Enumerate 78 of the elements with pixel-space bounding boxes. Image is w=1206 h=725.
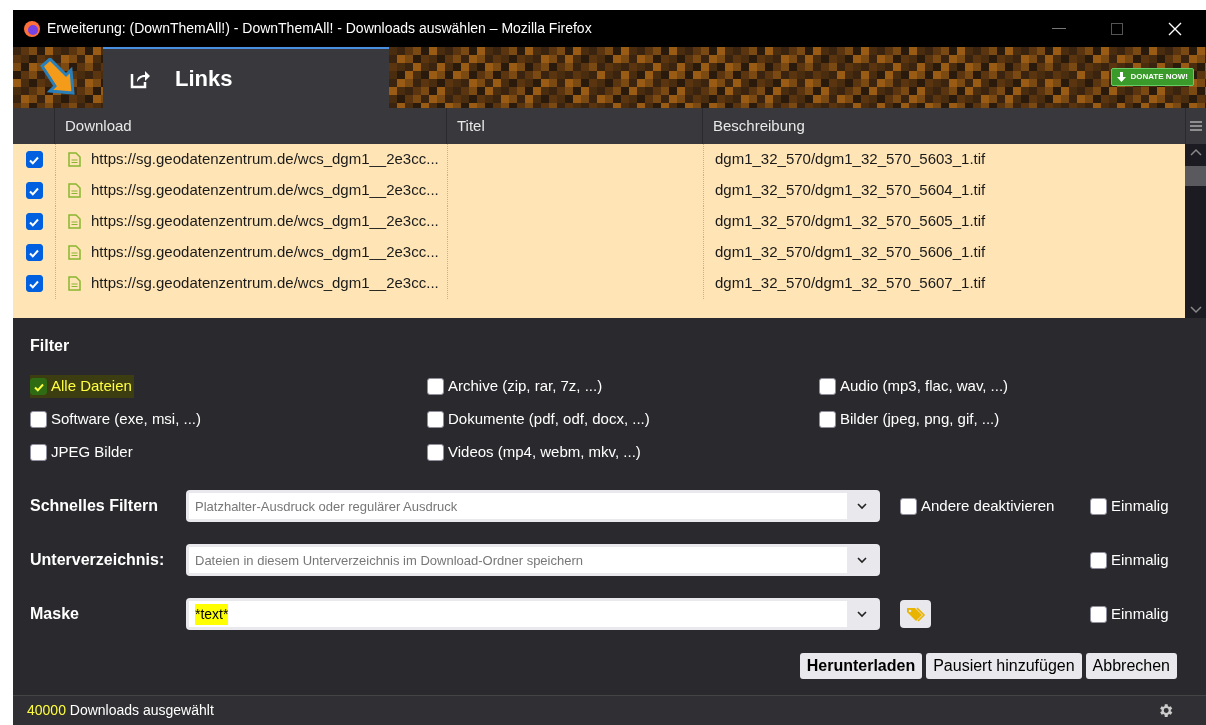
file-icon [68,276,81,291]
table-cell-text: dgm1_32_570/dgm1_32_570_5605_1.tif [715,211,986,232]
filter-option[interactable]: Videos (mp4, webm, mkv, ...) [427,441,643,464]
checkbox[interactable] [1090,551,1107,569]
checkbox[interactable] [30,444,47,461]
checkbox[interactable] [30,411,47,428]
scroll-up-icon[interactable] [1189,148,1202,156]
download-arrow-icon [1117,72,1127,82]
text-field[interactable]: *text* [189,601,847,627]
checkbox[interactable] [25,275,43,292]
file-icon [68,152,81,167]
checkbox[interactable] [1090,605,1107,623]
checkbox[interactable] [30,378,47,395]
table-cell-text: https://sg.geodatenzentrum.de/wcs_dgm1__2e3cc... [91,180,439,201]
table-cell-text: dgm1_32_570/dgm1_32_570_5607_1.tif [715,273,986,294]
scroll-thumb[interactable] [1185,166,1206,186]
checkbox[interactable] [25,182,43,199]
checkbox[interactable] [25,213,43,230]
checkbox[interactable] [25,151,43,168]
menu-icon[interactable] [1190,120,1202,132]
filter-option[interactable]: Dokumente (pdf, odf, docx, ...) [427,408,652,431]
status-text: 40000 Downloads ausgewählt [27,701,214,720]
checkbox[interactable] [427,411,444,428]
field-label: Maske [30,604,80,624]
action-button[interactable]: Herunterladen [799,653,923,679]
action-button[interactable]: Abbrechen [1085,653,1177,679]
text-field[interactable]: Platzhalter-Ausdruck oder regulärer Ausdruck [189,493,847,519]
close-icon[interactable] [1168,21,1182,36]
scroll-down-icon[interactable] [1189,306,1202,314]
arrow-logo-icon [38,58,78,96]
filter-option[interactable]: Audio (mp3, flac, wav, ...) [819,375,1011,398]
checkbox[interactable] [819,411,836,428]
checkbox[interactable] [1090,497,1107,515]
field-value: *text* [195,603,229,625]
table-cell-text: https://sg.geodatenzentrum.de/wcs_dgm1__2e3cc... [91,273,439,294]
action-button[interactable]: Pausiert hinzufügen [926,653,1082,679]
file-icon [68,245,81,260]
tab[interactable]: Links [103,47,389,108]
settings-icon[interactable] [1157,702,1174,719]
share-icon [129,68,151,89]
table-cell-text: https://sg.geodatenzentrum.de/wcs_dgm1__2e3cc... [91,149,439,170]
filter-option[interactable]: Alle Dateien [30,375,134,398]
chevron-down-icon [857,502,867,510]
table-cell-text: https://sg.geodatenzentrum.de/wcs_dgm1__2e3cc... [91,242,439,263]
table-cell-text: dgm1_32_570/dgm1_32_570_5604_1.tif [715,180,986,201]
chevron-down-icon [857,556,867,564]
chevron-down-icon [857,610,867,618]
filter-option[interactable]: JPEG Bilder [30,441,135,464]
checkbox[interactable] [819,378,836,395]
field-label: Unterverzeichnis: [30,550,166,570]
checkbox-option[interactable]: Andere deaktivieren [900,494,1055,518]
section-title: Filter [30,336,71,356]
field-label: Schnelles Filtern [30,496,160,516]
maximize-icon[interactable] [1111,22,1123,35]
table-cell-text: https://sg.geodatenzentrum.de/wcs_dgm1__2e3cc... [91,211,439,232]
filter-option[interactable]: Software (exe, msi, ...) [30,408,204,431]
text-field[interactable]: Dateien in diesem Unterverzeichnis im Download-Ordner speichern [189,547,847,573]
window-title: Erweiterung: (DownThemAll!) - DownThemAll! - Downloads auswählen – Mozilla Firefox [47,19,592,38]
checkbox-option[interactable]: Einmalig [1090,548,1169,572]
combo-field[interactable]: *text* [186,598,880,630]
checkbox[interactable] [25,244,43,261]
file-icon [68,183,81,198]
file-icon [68,214,81,229]
table-cell-text: dgm1_32_570/dgm1_32_570_5606_1.tif [715,242,986,263]
scrollbar[interactable] [1185,144,1206,318]
checkbox[interactable] [427,378,444,395]
checkbox[interactable] [427,444,444,461]
table-cell-text: dgm1_32_570/dgm1_32_570_5603_1.tif [715,149,986,170]
filter-option[interactable]: Bilder (jpeg, png, gif, ...) [819,408,1002,431]
tag-icon [905,606,926,622]
combo-field[interactable]: Dateien in diesem Unterverzeichnis im Download-Ordner speichern [186,544,880,576]
checkbox-option[interactable]: Einmalig [1090,602,1169,626]
checkbox[interactable] [900,497,917,515]
donate-button[interactable]: DONATE NOW! [1111,68,1194,86]
combo-field[interactable]: Platzhalter-Ausdruck oder regulärer Ausdruck [186,490,880,522]
checkbox-option[interactable]: Einmalig [1090,494,1169,518]
filter-option[interactable]: Archive (zip, rar, 7z, ...) [427,375,605,398]
browser-logo-icon [23,19,41,38]
